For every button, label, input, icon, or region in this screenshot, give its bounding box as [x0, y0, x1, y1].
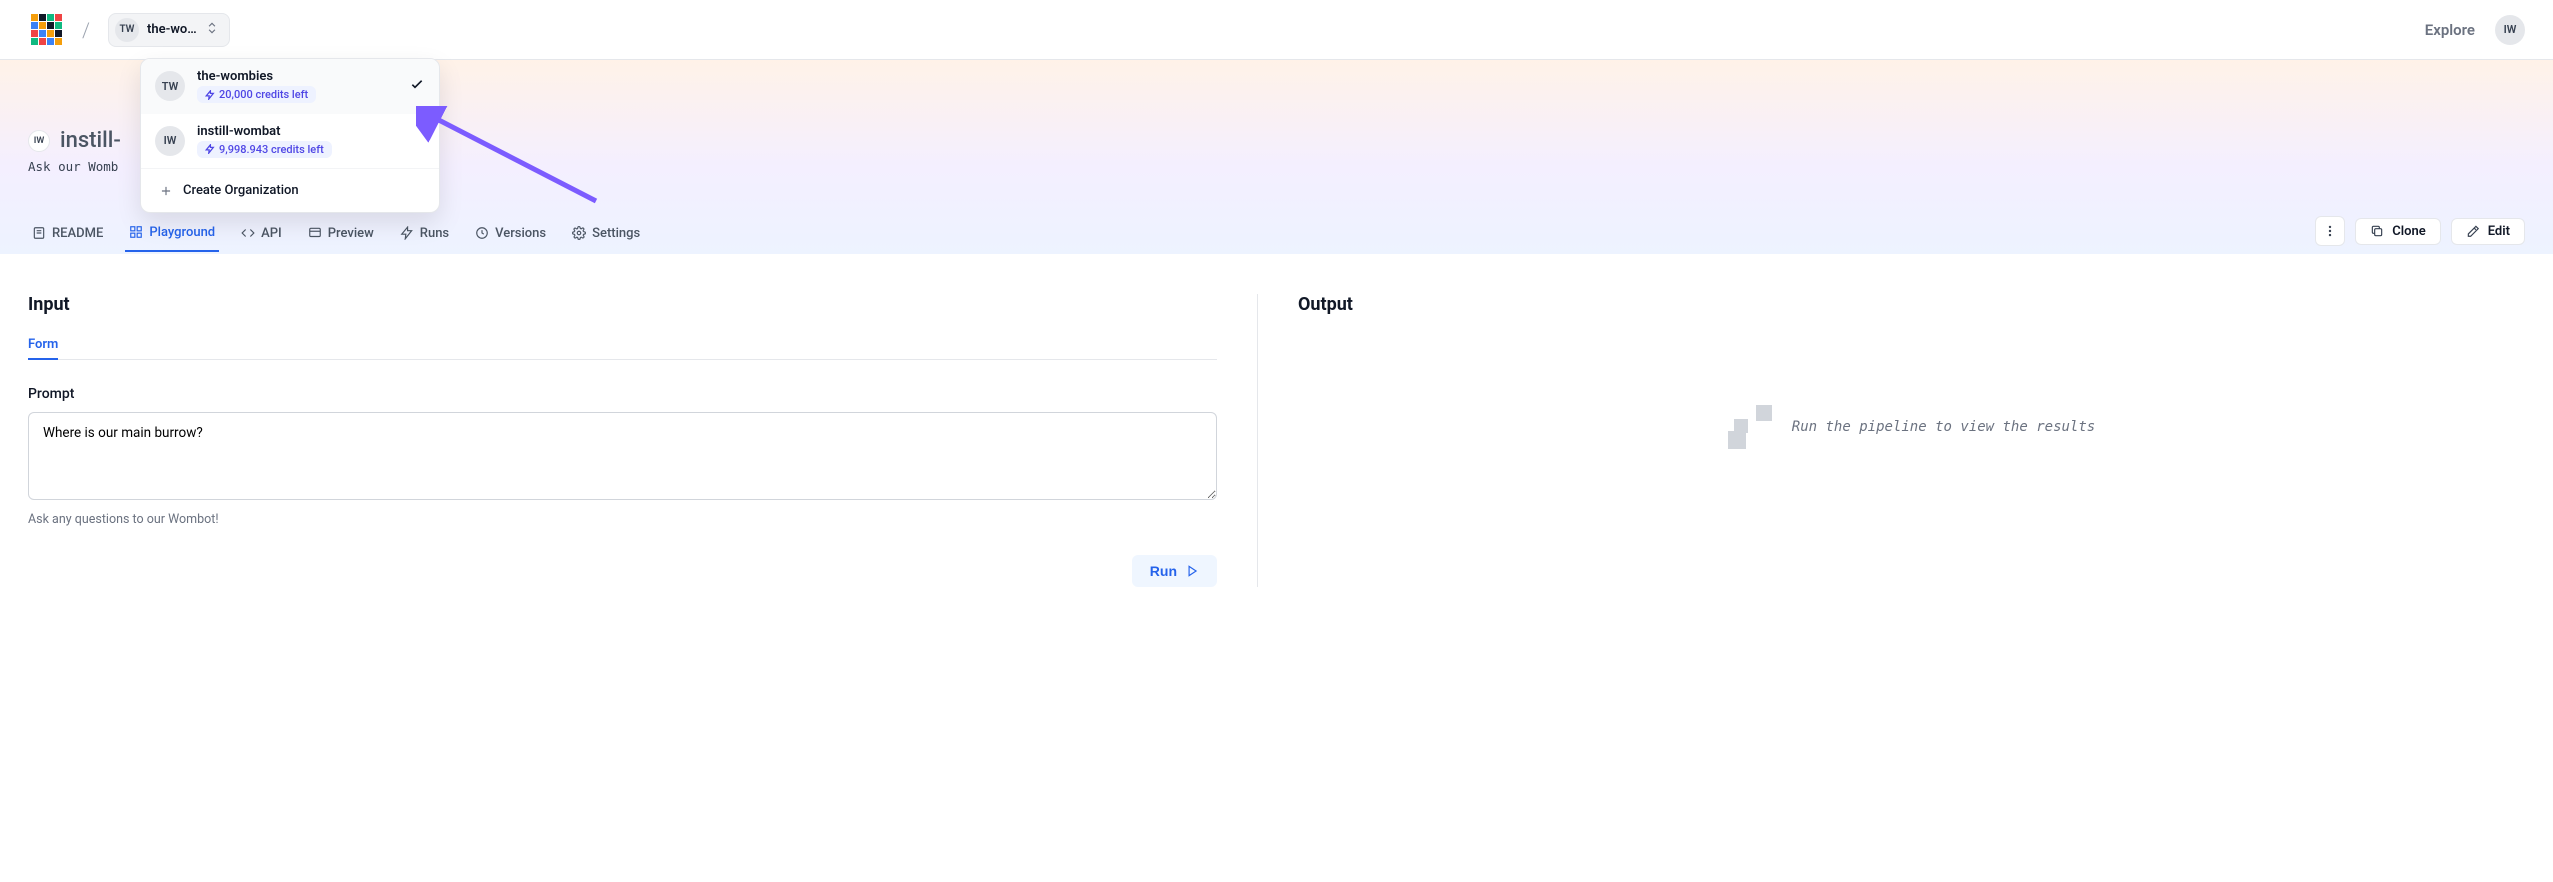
org-item-name: instill-wombat	[197, 124, 425, 139]
pipeline-name: instill-	[60, 128, 121, 153]
output-empty-state: Run the pipeline to view the results	[1298, 337, 2525, 517]
more-menu-button[interactable]	[2315, 216, 2345, 246]
tab-settings[interactable]: Settings	[568, 220, 644, 251]
org-switcher-chip[interactable]: TW the-wo…	[108, 13, 230, 47]
create-organization-button[interactable]: Create Organization	[141, 168, 439, 212]
org-item-avatar: TW	[155, 71, 185, 101]
output-panel: Output Run the pipeline to view the resu…	[1298, 294, 2525, 587]
org-item-the-wombies[interactable]: TW the-wombies 20,000 credits left	[141, 59, 439, 114]
input-title: Input	[28, 294, 1217, 315]
tab-api[interactable]: API	[237, 220, 286, 251]
run-button[interactable]: Run	[1132, 555, 1217, 587]
clone-button[interactable]: Clone	[2355, 218, 2441, 245]
org-switcher-name: the-wo…	[147, 22, 197, 37]
tab-label: Playground	[149, 225, 215, 240]
output-title: Output	[1298, 294, 2525, 315]
chevron-updown-icon	[205, 21, 219, 39]
tab-readme[interactable]: README	[28, 220, 107, 251]
credits-badge: 9,998.943 credits left	[197, 141, 332, 158]
output-empty-text: Run the pipeline to view the results	[1792, 419, 2095, 435]
edit-label: Edit	[2488, 224, 2510, 239]
credits-badge: 20,000 credits left	[197, 86, 316, 103]
tab-preview[interactable]: Preview	[304, 220, 378, 251]
tab-label: API	[261, 226, 282, 241]
explore-link[interactable]: Explore	[2425, 21, 2475, 39]
prompt-helper: Ask any questions to our Wombot!	[28, 512, 1217, 527]
org-item-name: the-wombies	[197, 69, 397, 84]
logo[interactable]	[28, 12, 64, 48]
edit-button[interactable]: Edit	[2451, 218, 2525, 245]
topbar: / TW the-wo… Explore IW TW the-wombies 2…	[0, 0, 2553, 60]
empty-state-icon	[1728, 405, 1772, 449]
prompt-input[interactable]	[28, 412, 1217, 500]
credits-text: 9,998.943 credits left	[219, 143, 324, 156]
input-panel: Input Form Prompt Ask any questions to o…	[28, 294, 1258, 587]
pipeline-tabs: README Playground API Preview Runs Versi…	[28, 216, 2525, 254]
org-item-instill-wombat[interactable]: IW instill-wombat 9,998.943 credits left	[141, 114, 439, 169]
playground: Input Form Prompt Ask any questions to o…	[0, 254, 2553, 667]
check-icon	[409, 76, 425, 96]
org-avatar: TW	[115, 18, 139, 42]
form-tab[interactable]: Form	[28, 337, 58, 360]
org-switcher-dropdown: TW the-wombies 20,000 credits left IW in…	[140, 58, 440, 213]
owner-avatar: IW	[28, 130, 50, 152]
breadcrumb-separator: /	[82, 18, 90, 42]
user-avatar[interactable]: IW	[2495, 15, 2525, 45]
tab-label: Preview	[328, 226, 374, 241]
clone-label: Clone	[2392, 224, 2426, 239]
org-item-avatar: IW	[155, 126, 185, 156]
tab-label: Versions	[495, 226, 546, 241]
tab-runs[interactable]: Runs	[396, 220, 453, 251]
create-org-label: Create Organization	[183, 183, 299, 198]
run-label: Run	[1150, 563, 1177, 579]
tab-playground[interactable]: Playground	[125, 219, 219, 252]
tab-label: README	[52, 226, 103, 241]
tab-label: Runs	[420, 226, 449, 241]
prompt-label: Prompt	[28, 386, 1217, 402]
tab-versions[interactable]: Versions	[471, 220, 550, 251]
credits-text: 20,000 credits left	[219, 88, 308, 101]
tab-label: Settings	[592, 226, 640, 241]
